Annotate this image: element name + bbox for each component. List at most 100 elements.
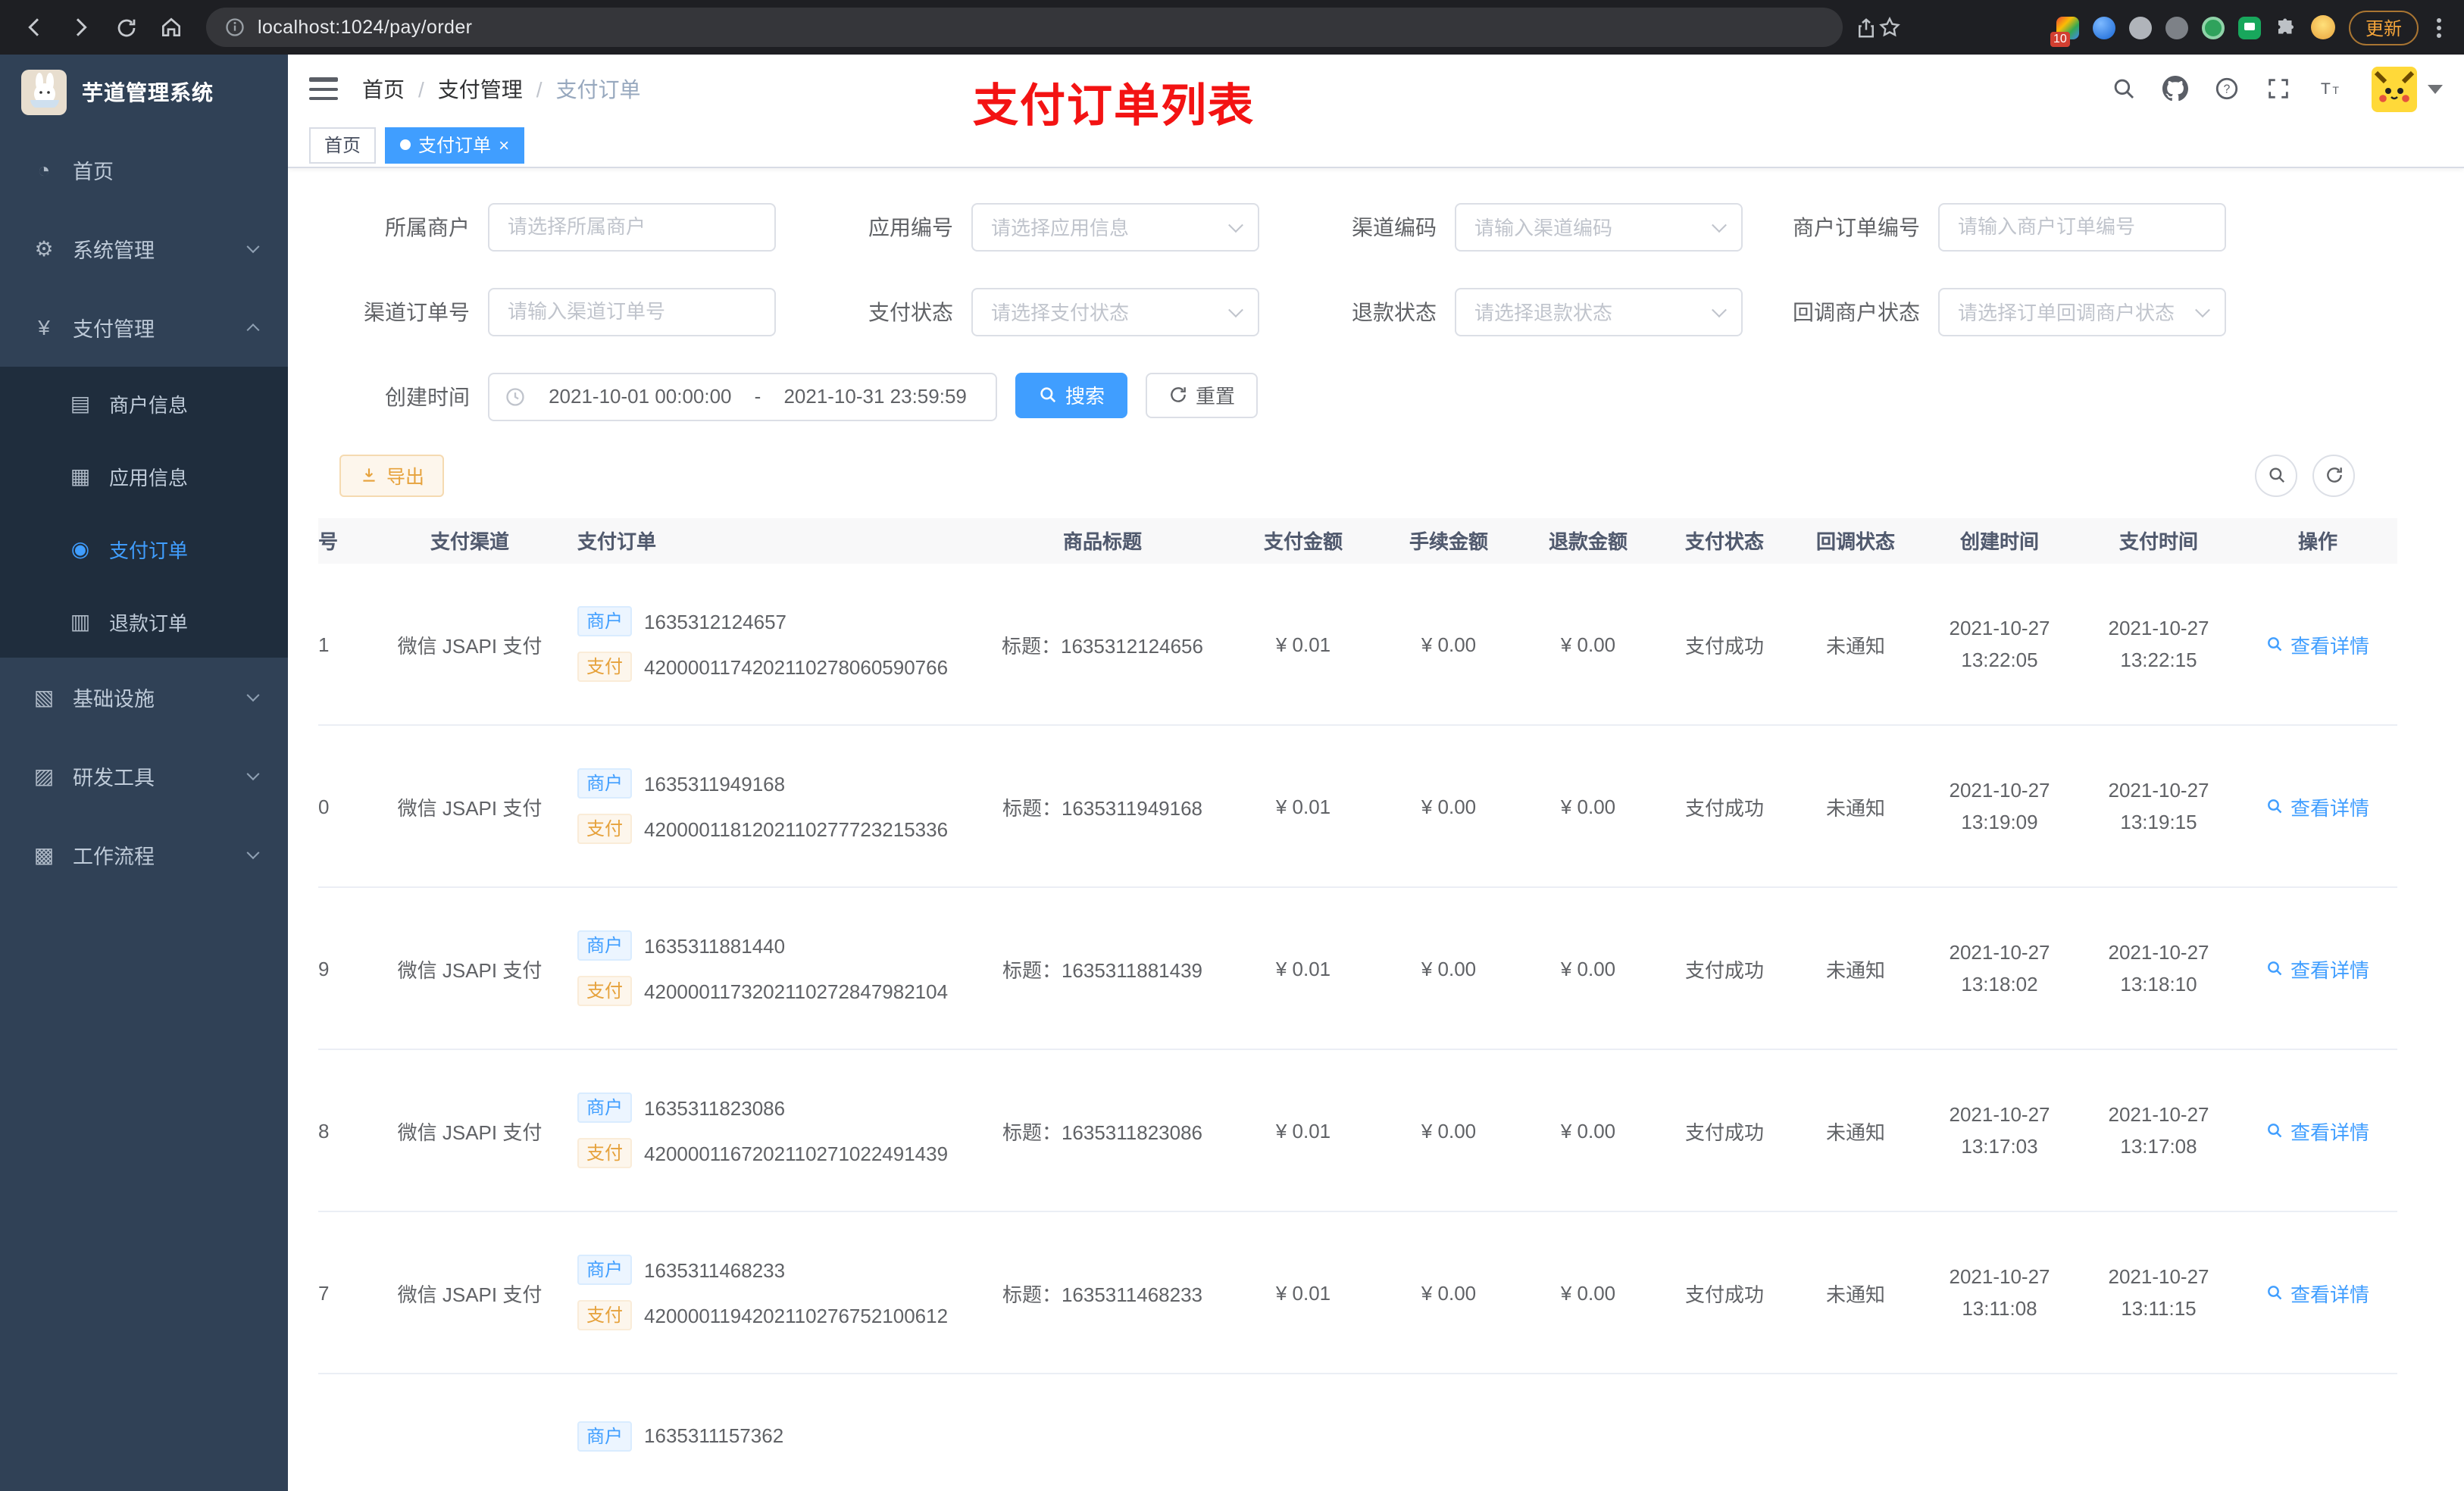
order-id-cell: 20 xyxy=(318,795,330,818)
forward-icon[interactable] xyxy=(61,8,100,47)
active-dot-icon xyxy=(400,139,411,151)
col-header-status: 支付状态 xyxy=(1684,530,1764,554)
fee-amount-cell: ¥ 0.00 xyxy=(1421,1281,1477,1305)
paid-time-cell: 2021-10-27 13:17:08 xyxy=(2108,1102,2209,1158)
view-detail-link[interactable]: 查看详情 xyxy=(2266,1278,2369,1307)
extension-icon-green[interactable] xyxy=(2201,16,2225,39)
sidebar-item-pay-order[interactable]: ◉ 支付订单 xyxy=(0,512,288,585)
extension-icon-drop[interactable] xyxy=(2092,16,2115,39)
view-detail-link[interactable]: 查看详情 xyxy=(2266,792,2369,821)
sidebar-item-label: 支付管理 xyxy=(73,318,155,341)
search-icon[interactable] xyxy=(2111,77,2137,102)
sidebar-item-merchant-info[interactable]: ▤ 商户信息 xyxy=(0,367,288,439)
export-button[interactable]: 导出 xyxy=(339,454,445,497)
merchant-order-no: 1635311823086 xyxy=(644,1096,786,1120)
close-icon[interactable]: × xyxy=(499,136,509,155)
col-header-paid: 支付时间 xyxy=(2118,530,2198,554)
channel-code-select[interactable]: 请输入渠道编码 xyxy=(1455,202,1743,252)
create-time-range-picker[interactable]: 2021-10-01 00:00:00 - 2021-10-31 23:59:5… xyxy=(488,372,997,421)
breadcrumb-section[interactable]: 支付管理 xyxy=(438,74,523,105)
refund-status-select[interactable]: 请选择退款状态 xyxy=(1455,287,1743,336)
extension-icon-chat[interactable] xyxy=(2237,16,2261,39)
chevron-down-icon xyxy=(2428,84,2443,94)
pay-status-cell: 支付成功 xyxy=(1684,796,1764,820)
table-toolbar: 导出 xyxy=(318,454,2434,497)
channel-order-no-input[interactable] xyxy=(488,287,776,336)
created-time-cell: 2021-10-27 13:17:03 xyxy=(1949,1102,2050,1158)
search-icon xyxy=(2269,1124,2283,1138)
browser-update-button[interactable]: 更新 xyxy=(2348,10,2419,45)
back-icon[interactable] xyxy=(15,8,55,47)
filter-label: 应用编号 xyxy=(868,214,953,239)
app-logo: 芋道管理系统 xyxy=(0,55,288,130)
refund-amount-cell: ¥ 0.00 xyxy=(1560,633,1616,656)
toggle-search-button[interactable] xyxy=(2255,454,2297,497)
paid-time-cell: 2021-10-27 13:22:15 xyxy=(2108,616,2209,672)
breadcrumb-home[interactable]: 首页 xyxy=(362,74,405,105)
tab-home[interactable]: 首页 xyxy=(309,127,377,164)
pay-channel-cell: 微信 JSAPI 支付 xyxy=(397,796,543,820)
sidebar-item-label: 退款订单 xyxy=(109,611,189,634)
merchant-order-no-input[interactable] xyxy=(1938,202,2226,252)
date-start-value: 2021-10-01 00:00:00 xyxy=(549,385,732,408)
bookmark-star-icon[interactable] xyxy=(1878,15,1902,39)
callback-status-cell: 未通知 xyxy=(1825,1283,1885,1306)
chevron-down-icon xyxy=(246,846,260,860)
paid-time-cell: 2021-10-27 13:18:10 xyxy=(2108,940,2209,996)
sidebar-item-devtools[interactable]: ▨ 研发工具 xyxy=(0,736,288,815)
user-menu[interactable] xyxy=(2372,66,2443,112)
filter-label: 回调商户状态 xyxy=(1793,299,1920,324)
fullscreen-icon[interactable] xyxy=(2265,77,2291,102)
extension-icon-colorful[interactable]: 10 xyxy=(2050,16,2079,46)
app-no-select[interactable]: 请选择应用信息 xyxy=(971,202,1259,252)
col-header-amount: 支付金额 xyxy=(1263,530,1343,554)
github-icon[interactable] xyxy=(2162,76,2188,102)
view-detail-link[interactable]: 查看详情 xyxy=(2266,630,2369,658)
sidebar-item-system[interactable]: ⚙ 系统管理 xyxy=(0,209,288,288)
browser-profile-avatar[interactable] xyxy=(2310,15,2335,39)
pay-status-select[interactable]: 请选择支付状态 xyxy=(971,287,1259,336)
extension-icon-globe[interactable] xyxy=(2128,16,2152,39)
callback-status-select[interactable]: 请选择订单回调商户状态 xyxy=(1938,287,2226,336)
search-icon xyxy=(2269,799,2283,814)
sidebar-item-infra[interactable]: ▧ 基础设施 xyxy=(0,658,288,736)
search-icon xyxy=(1040,387,1056,403)
chevron-down-icon xyxy=(1712,217,1727,233)
user-avatar[interactable] xyxy=(2372,66,2417,112)
svg-text:T: T xyxy=(2321,80,2331,98)
chevron-down-icon xyxy=(1712,302,1727,317)
owner-merchant-input[interactable] xyxy=(488,202,776,252)
table-rows: 21 微信 JSAPI 支付 商户 1635312124657 支付 42000… xyxy=(318,563,2397,1374)
product-title-cell: 标题：1635311881439 xyxy=(1002,958,1203,982)
sidebar-submenu-payment: ▤ 商户信息 ▦ 应用信息 ◉ 支付订单 ▥ 退款订单 xyxy=(0,367,288,658)
reset-button[interactable]: 重置 xyxy=(1146,372,1259,418)
view-detail-link[interactable]: 查看详情 xyxy=(2266,954,2369,983)
refresh-table-button[interactable] xyxy=(2312,454,2355,497)
home-icon[interactable] xyxy=(152,8,191,47)
view-detail-link[interactable]: 查看详情 xyxy=(2266,1116,2369,1145)
tab-pay-order[interactable]: 支付订单 × xyxy=(385,127,525,164)
share-icon[interactable] xyxy=(1855,16,1878,39)
sidebar-toggle-icon[interactable] xyxy=(309,77,338,101)
sidebar-item-home[interactable]: ◔ 首页 xyxy=(0,130,288,209)
reload-icon[interactable] xyxy=(106,8,145,47)
sidebar-item-refund-order[interactable]: ▥ 退款订单 xyxy=(0,585,288,658)
help-icon[interactable]: ? xyxy=(2214,77,2240,102)
extension-badge: 10 xyxy=(2050,31,2070,46)
site-info-icon[interactable] xyxy=(224,17,245,38)
extensions-puzzle-icon[interactable] xyxy=(2275,16,2297,39)
sidebar-item-workflow[interactable]: ▩ 工作流程 xyxy=(0,815,288,894)
font-size-icon[interactable]: TT xyxy=(2317,77,2346,102)
address-bar[interactable]: localhost:1024/pay/order xyxy=(206,8,1843,47)
extension-icon-gray[interactable] xyxy=(2165,16,2188,39)
pay-tag: 支付 xyxy=(577,1138,633,1169)
browser-menu-icon[interactable] xyxy=(2432,17,2446,37)
sidebar-item-app-info[interactable]: ▦ 应用信息 xyxy=(0,439,288,512)
fee-amount-cell: ¥ 0.00 xyxy=(1421,957,1477,980)
search-button[interactable]: 搜索 xyxy=(1015,372,1128,418)
table-row: 21 微信 JSAPI 支付 商户 1635312124657 支付 42000… xyxy=(318,563,2397,726)
sidebar-item-payment[interactable]: ¥ 支付管理 xyxy=(0,288,288,367)
merchant-tag: 商户 xyxy=(577,1092,633,1124)
tags-view-bar: 首页 支付订单 × xyxy=(288,123,2464,168)
channel-order-no: 4200001181202110277723215336 xyxy=(644,817,949,841)
